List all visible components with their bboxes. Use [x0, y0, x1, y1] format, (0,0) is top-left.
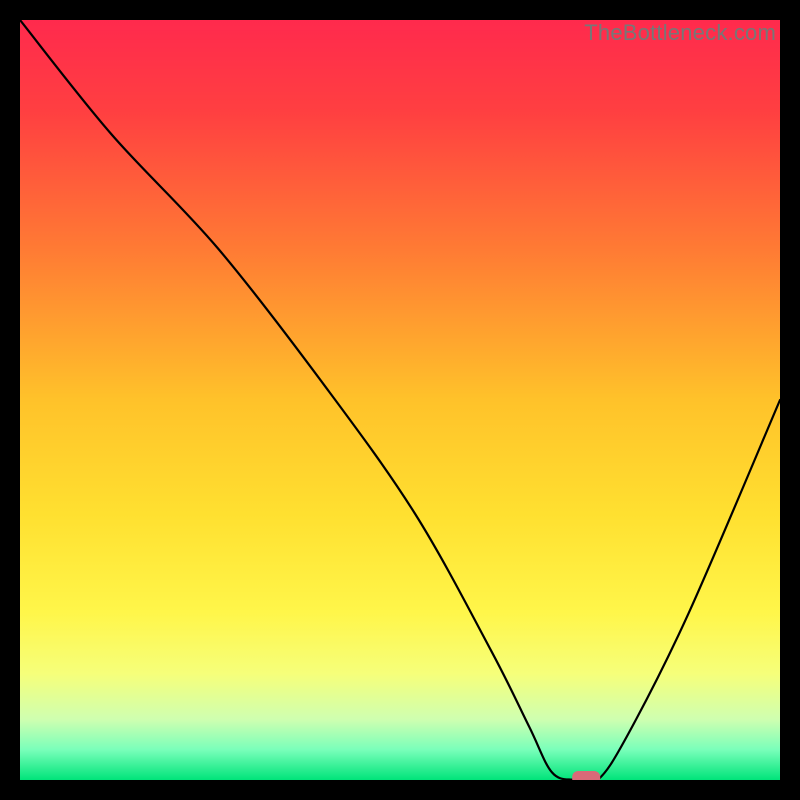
bottleneck-chart: [20, 20, 780, 780]
optimal-marker: [572, 771, 600, 780]
heatmap-background: [20, 20, 780, 780]
watermark-text: TheBottleneck.com: [584, 20, 776, 46]
chart-frame: TheBottleneck.com: [20, 20, 780, 780]
